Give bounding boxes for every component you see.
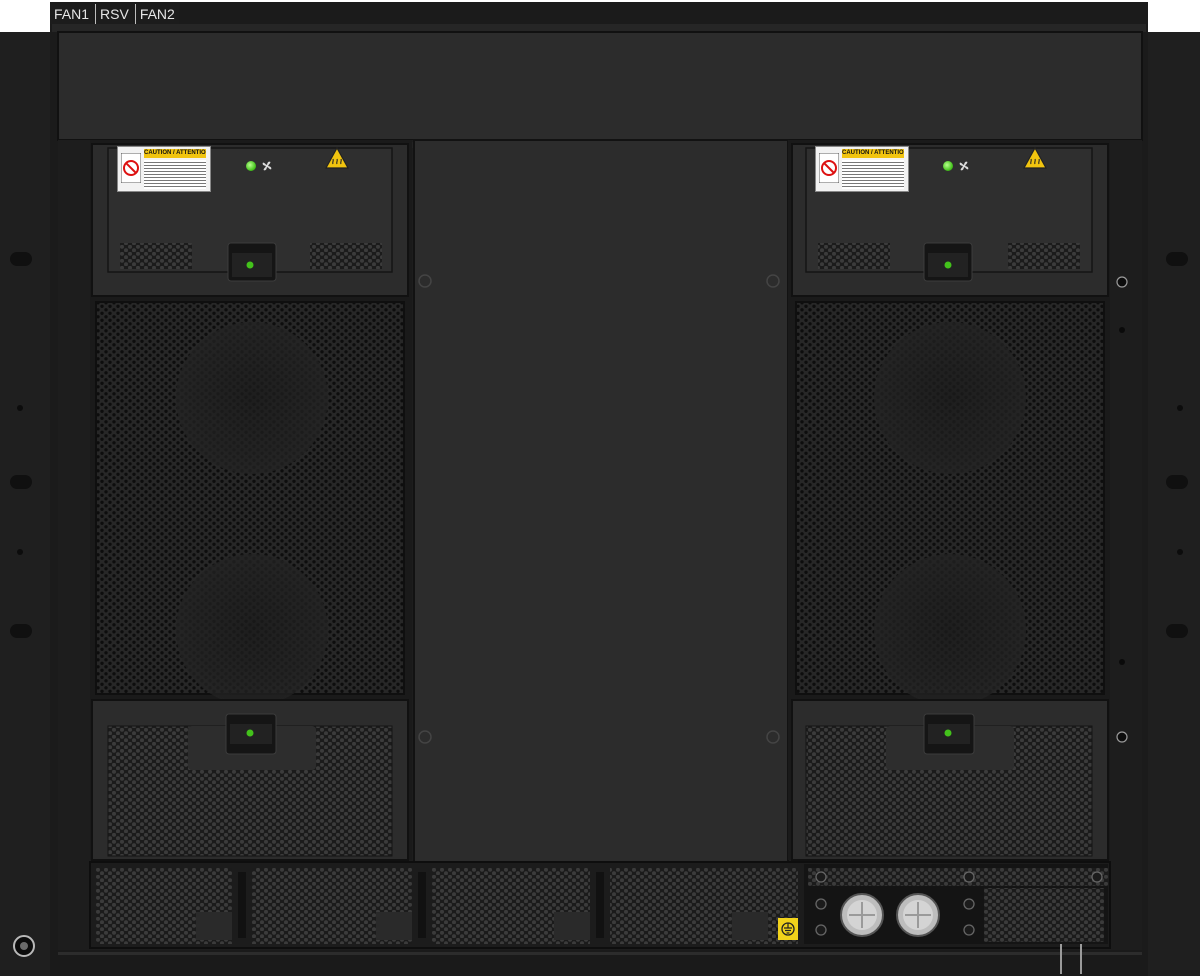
slot-label-rsv: RSV [95, 4, 133, 24]
fan1-bottom-handle[interactable] [226, 714, 276, 752]
slot-label-fan2: FAN2 [134, 4, 179, 24]
fan1-top-handle[interactable] [226, 243, 276, 281]
fan1-caution-label: CAUTION / ATTENTION [117, 146, 211, 192]
ground-icon [778, 918, 798, 940]
fan-icon [262, 161, 272, 171]
caution-body-text [842, 160, 904, 189]
fan2-top-handle[interactable] [922, 243, 972, 281]
left-rack-ear [0, 32, 56, 976]
fan2-caution-label: CAUTION / ATTENTION [815, 146, 909, 192]
hot-surface-warning-icon [325, 147, 349, 169]
center-blank-panel [413, 139, 789, 863]
fan-icon [959, 161, 969, 171]
caution-body-text [144, 160, 206, 189]
right-rack-ear [1146, 32, 1200, 976]
fan1-status-led [246, 161, 256, 171]
slot-labels: FAN1 RSV FAN2 [50, 4, 179, 24]
caution-title: CAUTION / ATTENTION [144, 149, 206, 158]
hot-surface-warning-icon [1023, 147, 1047, 169]
slot-label-fan1: FAN1 [50, 4, 94, 24]
no-touch-icon [121, 153, 141, 183]
top-cover [57, 31, 1143, 141]
caution-title: CAUTION / ATTENTION [842, 149, 904, 158]
fan2-status-led [943, 161, 953, 171]
fan2-bottom-handle[interactable] [922, 714, 972, 752]
no-touch-icon [819, 153, 839, 183]
